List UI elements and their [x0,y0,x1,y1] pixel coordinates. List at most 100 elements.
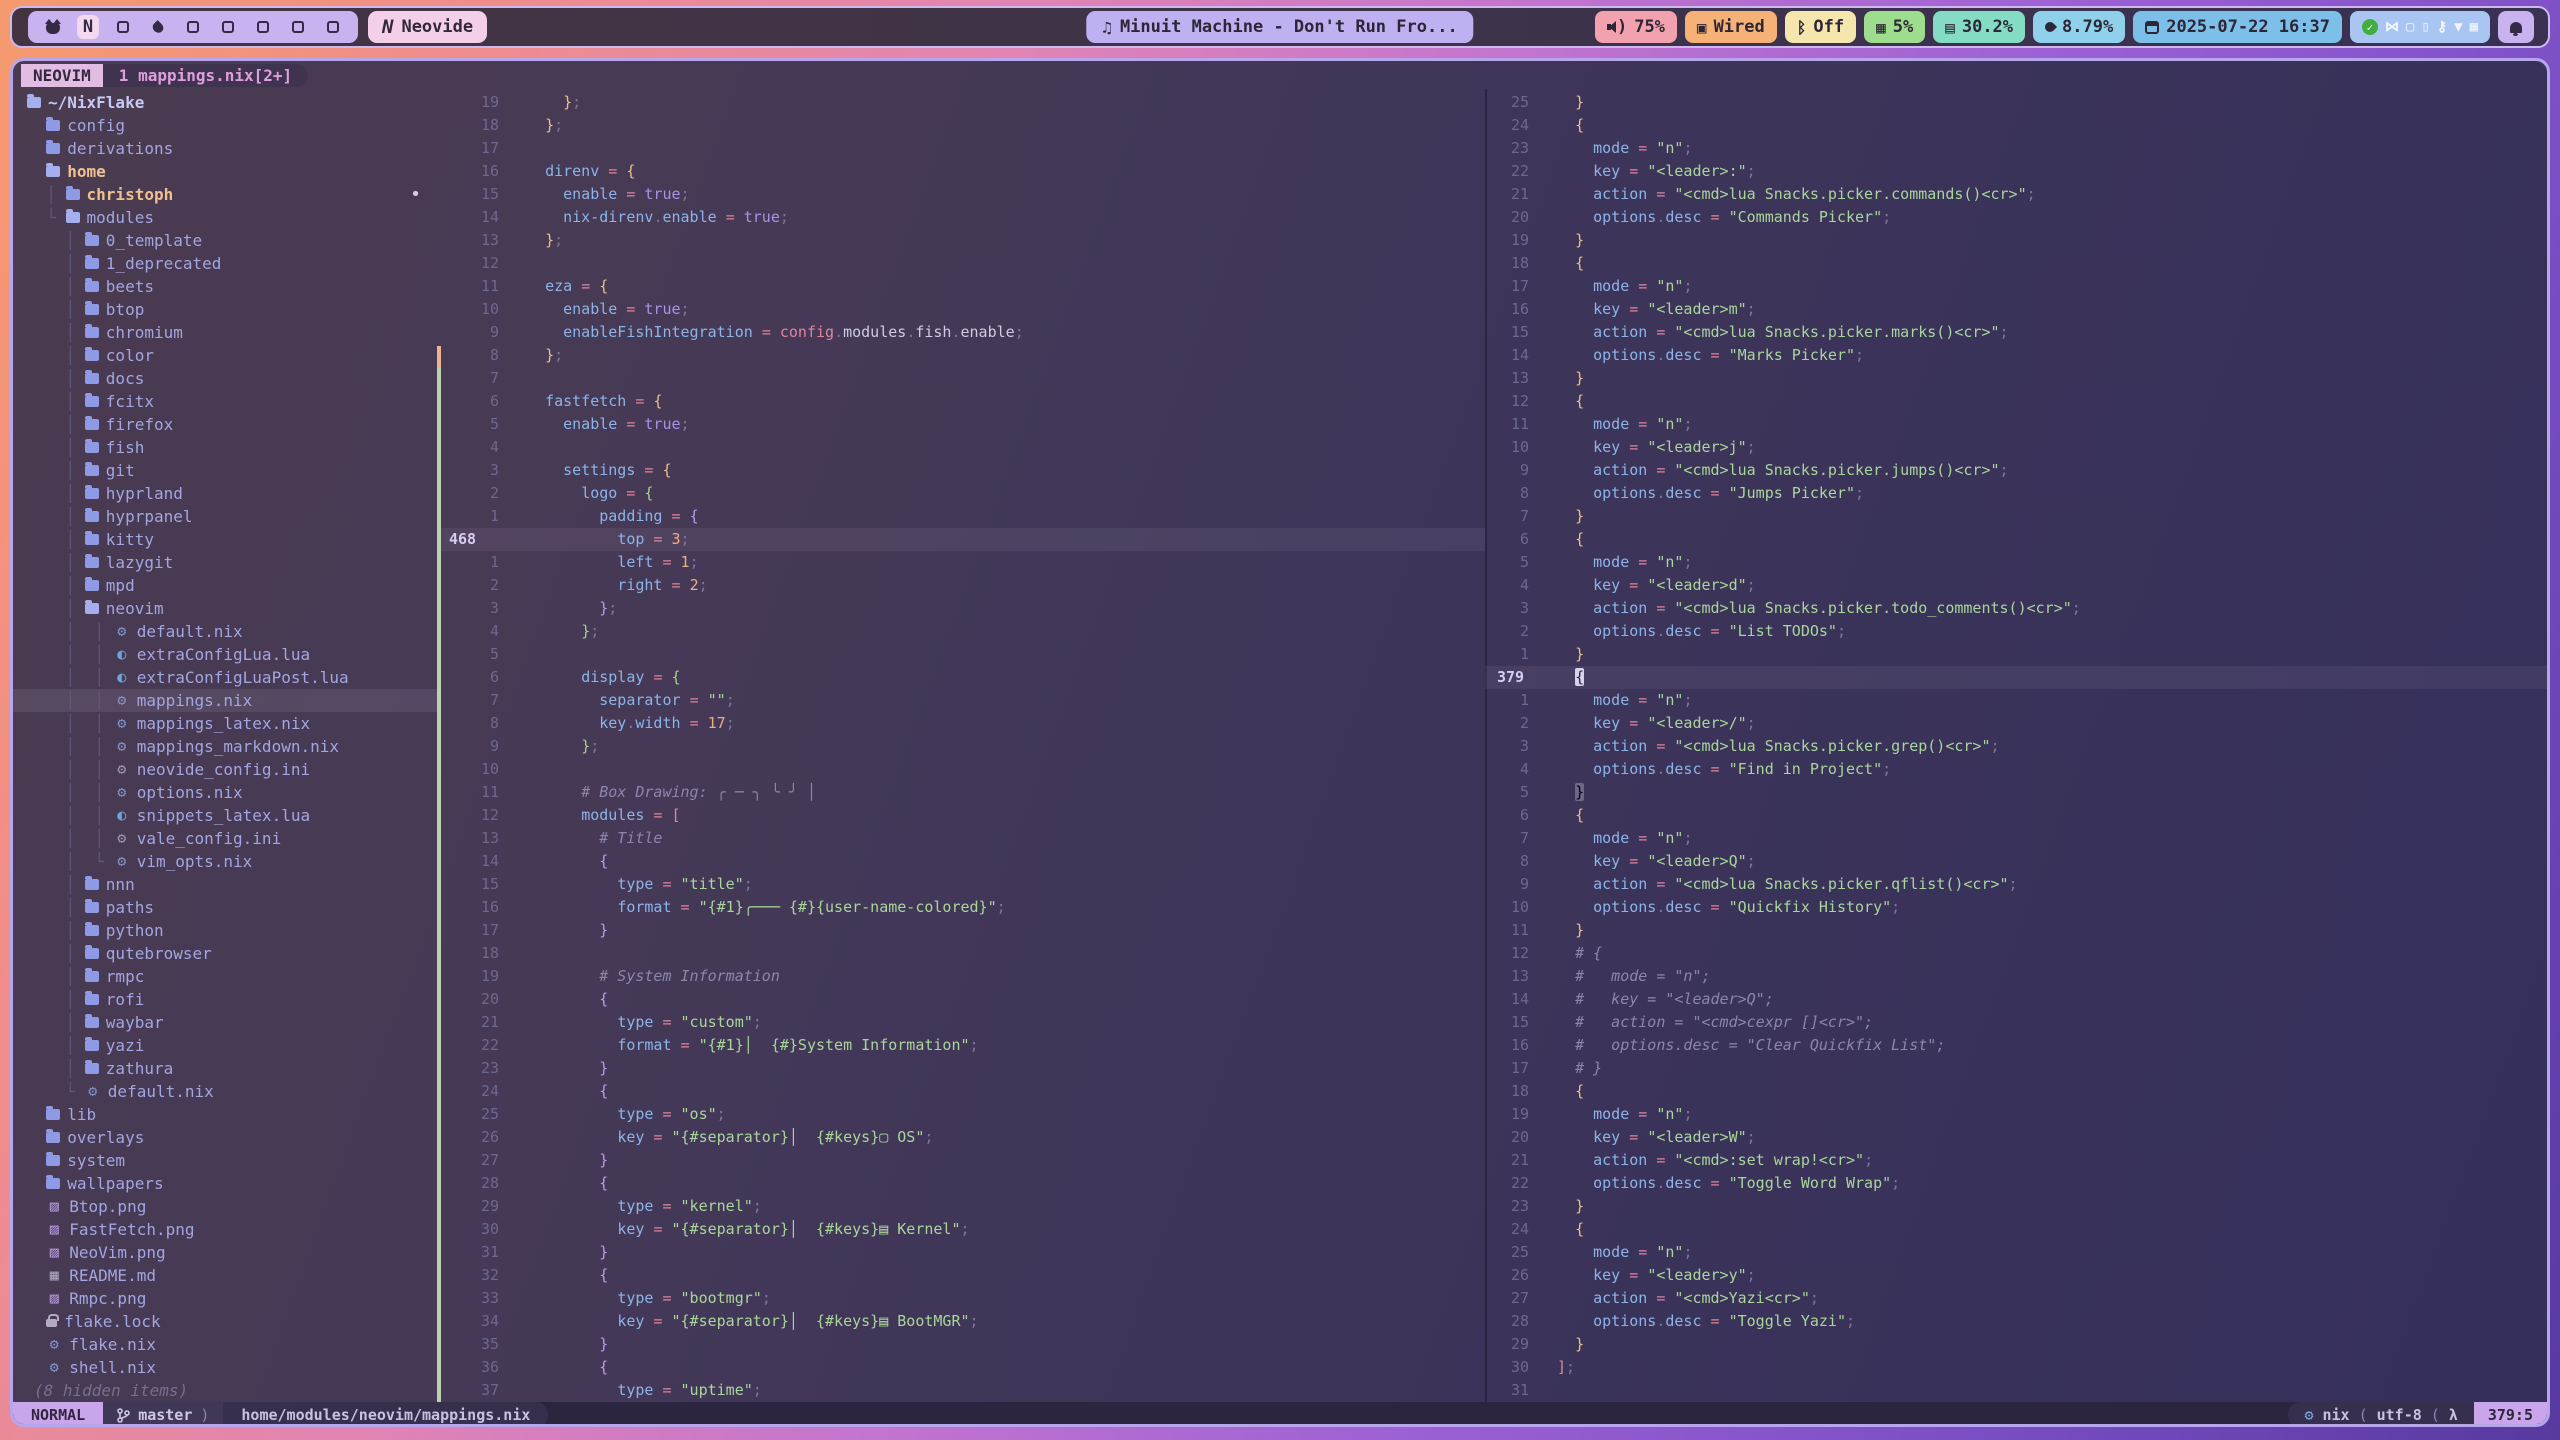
now-playing-pill[interactable]: ♫ Minuit Machine - Don't Run Fro... [1086,11,1473,43]
tree-item-1_deprecated[interactable]: │ 1_deprecated [13,252,437,275]
tree-item-lib[interactable]: lib [13,1103,437,1126]
code-line[interactable]: 30 key = "{#separator}│ {#keys}▤ Kernel"… [437,1218,1485,1241]
tree-item-paths[interactable]: │ paths [13,896,437,919]
code-line[interactable]: 35 } [437,1333,1485,1356]
code-line[interactable]: 13 # mode = "n"; [1485,965,2547,988]
tree-item-rofi[interactable]: │ rofi [13,988,437,1011]
clock-pill[interactable]: 2025-07-22 16:37 [2133,11,2342,43]
code-line[interactable]: 18 [437,942,1485,965]
tree-item-nnn[interactable]: │ nnn [13,873,437,896]
workspace-6[interactable] [217,15,239,39]
tree-item-mpd[interactable]: │ mpd [13,574,437,597]
code-line[interactable]: 29 type = "kernel"; [437,1195,1485,1218]
code-line[interactable]: 19 mode = "n"; [1485,1103,2547,1126]
file-tree-panel[interactable]: ~/NixFlake config derivations home │ chr… [13,89,437,1402]
code-line[interactable]: 26 key = "{#separator}│ {#keys}▢ OS"; [437,1126,1485,1149]
tree-item-modules[interactable]: └ modules [13,206,437,229]
code-line[interactable]: 14 # key = "<leader>Q"; [1485,988,2547,1011]
code-line[interactable]: 23 } [1485,1195,2547,1218]
tree-item-lazygit[interactable]: │ lazygit [13,551,437,574]
tree-item-firefox[interactable]: │ firefox [13,413,437,436]
code-line[interactable]: 379 { [1485,666,2547,689]
tree-item-chromium[interactable]: │ chromium [13,321,437,344]
code-line[interactable]: 5 mode = "n"; [1485,551,2547,574]
code-line[interactable]: 4 key = "<leader>d"; [1485,574,2547,597]
tree-item-wallpapers[interactable]: wallpapers [13,1172,437,1195]
bowtie-icon[interactable]: ⋈ [2385,19,2399,35]
code-line[interactable]: 7 } [1485,505,2547,528]
tree-item-Rmpc.png[interactable]: ▨Rmpc.png [13,1287,437,1310]
code-line[interactable]: 8 }; [437,344,1485,367]
tree-item-system[interactable]: system [13,1149,437,1172]
code-line[interactable]: 15 # action = "<cmd>cexpr []<cr>"; [1485,1011,2547,1034]
code-line[interactable]: 36 { [437,1356,1485,1379]
tree-item-christoph[interactable]: │ christoph• [13,183,437,206]
code-line[interactable]: 13 } [1485,367,2547,390]
code-line[interactable]: 6 fastfetch = { [437,390,1485,413]
tree-item-kitty[interactable]: │ kitty [13,528,437,551]
code-line[interactable]: 3 settings = { [437,459,1485,482]
tree-item-python[interactable]: │ python [13,919,437,942]
tab-neovim-tree[interactable]: NEOVIM [21,64,103,87]
code-line[interactable]: 32 { [437,1264,1485,1287]
tree-item-vale_config.ini[interactable]: │ │ ⚙vale_config.ini [13,827,437,850]
code-line[interactable]: 14 { [437,850,1485,873]
code-line[interactable]: 20 { [437,988,1485,1011]
code-line[interactable]: 1 mode = "n"; [1485,689,2547,712]
code-line[interactable]: 15 enable = true; [437,183,1485,206]
tree-item-hyprpanel[interactable]: │ hyprpanel [13,505,437,528]
bluetooth-pill[interactable]: ᛒOff [1785,11,1856,43]
cpu-pill[interactable]: ▦5% [1864,11,1925,43]
tree-item-btop[interactable]: │ btop [13,298,437,321]
keyboard-icon[interactable]: ▦ [2470,19,2478,35]
code-line[interactable]: 25 mode = "n"; [1485,1241,2547,1264]
tree-editor-separator[interactable] [437,368,441,1402]
code-line[interactable]: 12 [437,252,1485,275]
code-line[interactable]: 1 padding = { [437,505,1485,528]
code-line[interactable]: 10 [437,758,1485,781]
code-line[interactable]: 12 { [1485,390,2547,413]
workspace-switcher[interactable]: N [28,11,358,43]
system-tray[interactable]: ✓⋈▢▯⚷▼▦ [2350,11,2490,43]
code-line[interactable]: 27 } [437,1149,1485,1172]
code-line[interactable]: 24 { [1485,114,2547,137]
code-line[interactable]: 21 type = "custom"; [437,1011,1485,1034]
memory-pill[interactable]: ▤30.2% [1933,11,2025,43]
code-line[interactable]: 9 action = "<cmd>lua Snacks.picker.jumps… [1485,459,2547,482]
tree-item-mappings_latex.nix[interactable]: │ │ ⚙mappings_latex.nix [13,712,437,735]
code-line[interactable]: 468 top = 3; [437,528,1485,551]
tree-item-home[interactable]: home [13,160,437,183]
code-line[interactable]: 15 action = "<cmd>lua Snacks.picker.mark… [1485,321,2547,344]
code-line[interactable]: 20 key = "<leader>W"; [1485,1126,2547,1149]
code-line[interactable]: 27 action = "<cmd>Yazi<cr>"; [1485,1287,2547,1310]
workspace-3[interactable] [112,15,134,39]
tree-item-vim_opts.nix[interactable]: │ └ ⚙vim_opts.nix [13,850,437,873]
code-line[interactable]: 23 mode = "n"; [1485,137,2547,160]
code-line[interactable]: 14 nix-direnv.enable = true; [437,206,1485,229]
code-line[interactable]: 22 options.desc = "Toggle Word Wrap"; [1485,1172,2547,1195]
code-line[interactable]: 28 options.desc = "Toggle Yazi"; [1485,1310,2547,1333]
network-pill[interactable]: ▣Wired [1685,11,1777,43]
check-circle-icon[interactable]: ✓ [2362,19,2378,35]
code-line[interactable]: 15 type = "title"; [437,873,1485,896]
tree-item-snippets_latex.lua[interactable]: │ │ ◐snippets_latex.lua [13,804,437,827]
workspace-4[interactable] [147,15,169,39]
code-line[interactable]: 9 action = "<cmd>lua Snacks.picker.qflis… [1485,873,2547,896]
code-line[interactable]: 37 type = "uptime"; [437,1379,1485,1402]
code-line[interactable]: 16 format = "{#1}╭─── {#}{user-name-colo… [437,896,1485,919]
tree-item-color[interactable]: │ color [13,344,437,367]
code-line[interactable]: 1 left = 1; [437,551,1485,574]
tree-item-waybar[interactable]: │ waybar [13,1011,437,1034]
code-line[interactable]: 34 key = "{#separator}│ {#keys}▤ BootMGR… [437,1310,1485,1333]
tree-item-config[interactable]: config [13,114,437,137]
code-line[interactable]: 20 options.desc = "Commands Picker"; [1485,206,2547,229]
tree-item-neovide_config.ini[interactable]: │ │ ⚙neovide_config.ini [13,758,437,781]
code-line[interactable]: 17 [437,137,1485,160]
code-line[interactable]: 2 right = 2; [437,574,1485,597]
right-editor-pane[interactable]: 25 }24 {23 mode = "n";22 key = "<leader>… [1485,89,2547,1402]
code-line[interactable]: 22 key = "<leader>:"; [1485,160,2547,183]
code-line[interactable]: 16 direnv = { [437,160,1485,183]
code-line[interactable]: 19 } [1485,229,2547,252]
code-line[interactable]: 13 }; [437,229,1485,252]
code-line[interactable]: 6 { [1485,528,2547,551]
